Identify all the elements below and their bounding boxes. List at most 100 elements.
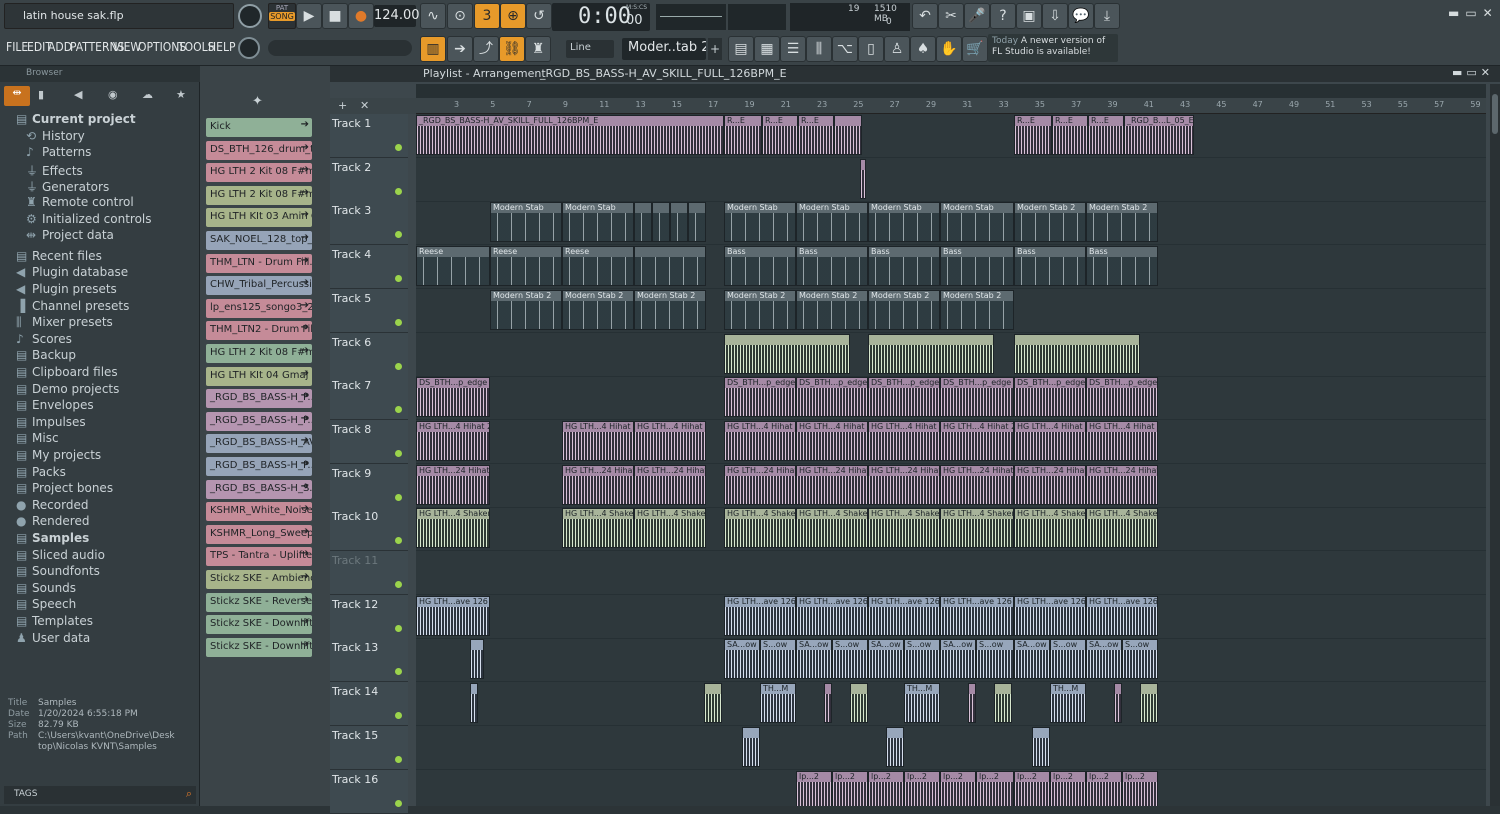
clip[interactable]: Modern Stab: [940, 202, 1014, 243]
close-icon[interactable]: ✕: [360, 99, 369, 112]
clip[interactable]: HG LTH...4 Shaker: [796, 508, 868, 549]
clip[interactable]: Bass: [724, 246, 796, 287]
touch-icon[interactable]: ✋: [936, 36, 962, 62]
clip[interactable]: R...E: [762, 115, 798, 155]
arrow-icon[interactable]: ➔: [301, 368, 309, 379]
playlist-window-controls[interactable]: ▬▭✕: [1452, 66, 1494, 79]
channel-item[interactable]: THM_LTN - Drum Fill... ➔: [206, 253, 312, 273]
clip[interactable]: Modern Stab: [562, 202, 634, 243]
clip[interactable]: Modern Stab 2: [634, 289, 706, 330]
arrow-icon[interactable]: ➔: [301, 413, 309, 424]
track-enable-led[interactable]: [395, 493, 402, 501]
clip[interactable]: DS_BTH...p_edge: [796, 377, 868, 418]
browser-item[interactable]: ● Rendered: [16, 514, 89, 528]
clip[interactable]: lp...2: [796, 770, 832, 806]
channel-item[interactable]: HG LTH 2 Kit 08 F#mi...➔: [206, 163, 312, 183]
clip[interactable]: HG LTH...4 Hihat 2: [1014, 420, 1086, 461]
clip[interactable]: R...E: [1052, 115, 1088, 155]
playlist-overview[interactable]: [416, 84, 1486, 98]
clip[interactable]: HG LTH...4 Hihat 2: [796, 420, 868, 461]
browser-item[interactable]: ▤ Recent files: [16, 249, 102, 263]
clip[interactable]: HG LTH...4 Shaker: [1086, 508, 1158, 549]
clip[interactable]: SA...ow: [1014, 639, 1050, 680]
play-button[interactable]: ▶: [296, 3, 322, 29]
clip[interactable]: [834, 115, 862, 155]
browser-item[interactable]: ♪ Scores: [16, 332, 72, 346]
tab-cloud-icon[interactable]: ☁: [142, 88, 153, 101]
snap-select[interactable]: Line: [566, 40, 614, 58]
browser-item[interactable]: ▤ Demo projects: [16, 382, 119, 396]
clip[interactable]: [704, 683, 722, 724]
browser-item[interactable]: ▤ Backup: [16, 348, 76, 362]
clip[interactable]: Modern Stab 2: [724, 289, 796, 330]
faders-icon[interactable]: ⫼: [806, 36, 832, 62]
track-header[interactable]: Track 10: [330, 507, 408, 552]
tab-all-icon[interactable]: ⇹: [4, 86, 30, 106]
clip[interactable]: Reese: [416, 246, 490, 287]
browser-icon[interactable]: ♙: [884, 36, 910, 62]
track-lane[interactable]: [416, 333, 1486, 377]
curve-icon[interactable]: ⤴: [473, 36, 499, 62]
track-lane[interactable]: Modern Stab Modern Stab Modern Stab Modern …: [416, 201, 1486, 246]
tab-world-icon[interactable]: ◉: [108, 88, 118, 101]
track-lane[interactable]: HG LTH...4 Hihat 2 HG LTH...4 Hihat 2 HG L…: [416, 420, 1486, 464]
clip[interactable]: [1140, 683, 1158, 724]
browser-item[interactable]: ● Recorded: [16, 498, 88, 512]
link-icon[interactable]: ⛓: [499, 36, 525, 62]
arrow-icon[interactable]: ➔: [301, 142, 309, 153]
clip[interactable]: HG LTH...4 Shaker: [634, 508, 706, 549]
timeline-ruler[interactable]: 3 5 7 9 11 13 15 17 19 21 23 25 27 29 31 33 35 37 39 41 43 45…: [416, 98, 1486, 114]
channel-item[interactable]: HG LTH KIt 03 Amin Cl...➔: [206, 208, 312, 228]
clip[interactable]: lp...2: [940, 770, 976, 806]
track-lane[interactable]: _RGD_BS_BASS-H_AV_SKILL_FULL_126BPM_E R..…: [416, 114, 1486, 158]
channel-item[interactable]: HG LTH 2 Kit 08 F#mi...➔: [206, 344, 312, 363]
channel-item[interactable]: THM_LTN2 - Drum Fil... ➔: [206, 321, 312, 341]
track-header[interactable]: Track 4: [330, 245, 408, 290]
channel-item[interactable]: HG LTH 2 Kit 08 F#mi...➔: [206, 185, 312, 205]
arrow-icon[interactable]: ➔: [301, 548, 309, 559]
clip[interactable]: R...E: [1014, 115, 1052, 155]
step-edit-icon[interactable]: ⊕: [500, 3, 526, 29]
browser-item[interactable]: ⟲ History: [26, 129, 85, 143]
track-lane[interactable]: DS_BTH...p_edge DS_BTH...p_edge DS_BTH...p…: [416, 376, 1486, 421]
clip[interactable]: HG LTH...ave 126: [1086, 595, 1158, 636]
clip[interactable]: DS_BTH...p_edge: [1086, 377, 1158, 418]
clip[interactable]: lp...2: [904, 770, 940, 806]
clip[interactable]: HG LTH...ave 126: [724, 595, 796, 636]
clip[interactable]: SA...ow: [724, 639, 760, 680]
clip[interactable]: TH...M: [1050, 683, 1086, 724]
vertical-scrollbar[interactable]: [1490, 84, 1500, 806]
loop-record-icon[interactable]: ↺: [526, 3, 552, 29]
clip[interactable]: DS_BTH...p_edge: [868, 377, 940, 418]
channel-item[interactable]: Stickz SKE - Reverse... ➔: [206, 592, 312, 612]
clip[interactable]: lp...2: [832, 770, 868, 806]
clip[interactable]: [868, 333, 994, 374]
channel-item[interactable]: SAK_NOEL_128_top_... ➔: [206, 231, 312, 250]
clip[interactable]: HG LTH...ave 126: [940, 595, 1014, 636]
track-lane[interactable]: HG LTH...24 Hihat HG LTH...24 Hihat HG LTH…: [416, 464, 1486, 508]
clip[interactable]: [634, 202, 652, 243]
clip[interactable]: HG LTH...4 Hihat 2: [724, 420, 796, 461]
clip[interactable]: HG LTH...4 Hihat 2: [634, 420, 706, 461]
browser-item[interactable]: ◀ Plugin presets: [16, 282, 117, 296]
browser-item[interactable]: ▤ Soundfonts: [16, 564, 100, 578]
browser-item[interactable]: ▤ Speech: [16, 597, 76, 611]
clip[interactable]: [688, 202, 706, 243]
track-header[interactable]: Track 16: [330, 769, 408, 814]
track-lane[interactable]: Modern Stab 2 Modern Stab 2 Modern Stab 2M…: [416, 289, 1486, 333]
clip[interactable]: Modern Stab: [868, 202, 940, 243]
arrow-icon[interactable]: ➔: [447, 36, 473, 62]
search-icon[interactable]: ⌕: [186, 787, 192, 801]
channel-item[interactable]: DS_BTH_126_drum_t...➔: [206, 140, 312, 160]
countdown-icon[interactable]: 3: [474, 3, 500, 29]
browser-item[interactable]: ▤ Clipboard files: [16, 365, 118, 379]
clip[interactable]: DS_BTH...p_edge: [940, 377, 1014, 418]
main-pitch-knob[interactable]: [238, 37, 260, 59]
track-enable-led[interactable]: [395, 362, 402, 370]
clip[interactable]: SA...ow: [868, 639, 904, 680]
channel-item[interactable]: _RGD_BS_BASS-H_S... ➔: [206, 479, 312, 499]
clip[interactable]: [994, 683, 1012, 724]
help-icon[interactable]: ?: [990, 3, 1016, 29]
track-lane[interactable]: HG LTH...4 Shaker HG LTH...4 Shaker HG LTH…: [416, 507, 1486, 552]
clip[interactable]: TH...M: [760, 683, 796, 724]
